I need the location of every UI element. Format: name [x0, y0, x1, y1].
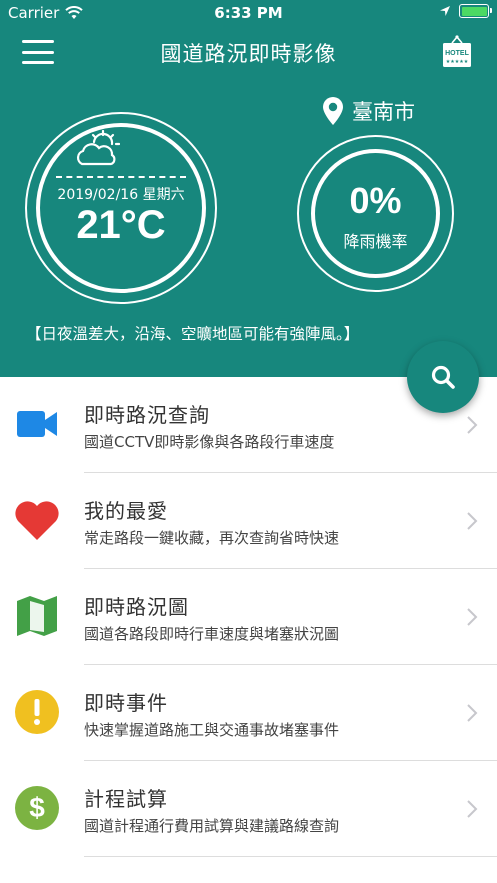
search-icon	[431, 365, 455, 389]
menu-item-subtitle: 國道計程通行費用試算與建議路線查詢	[84, 817, 340, 835]
page-title: 國道路況即時影像	[160, 42, 337, 66]
menu-item-subtitle: 國道CCTV即時影像與各路段行車速度	[84, 433, 335, 451]
location-arrow-icon	[440, 6, 450, 16]
menu-item-title: 即時路況圖	[84, 595, 189, 619]
rain-probability: 0%	[349, 180, 402, 221]
sun-cloud-icon	[76, 130, 120, 166]
menu-item-title: 即時路況查詢	[84, 403, 210, 427]
chevron-right-icon	[467, 608, 478, 626]
map-icon	[17, 596, 57, 636]
status-bar: Carrier 6:33 PM	[0, 0, 497, 26]
location-pin-icon	[323, 97, 343, 125]
menu-item-traffic-map[interactable]: 即時路況圖 國道各路段即時行車速度與堵塞狀況圖	[0, 569, 497, 665]
menu-item-subtitle: 常走路段一鍵收藏，再次查詢省時快速	[84, 529, 340, 547]
heart-icon	[15, 501, 59, 540]
alert-icon	[15, 690, 59, 734]
menu-item-incidents[interactable]: 即時事件 快速掌握道路施工與交通事故堵塞事件	[0, 665, 497, 761]
menu-item-favorites[interactable]: 我的最愛 常走路段一鍵收藏，再次查詢省時快速	[0, 473, 497, 569]
status-right	[439, 4, 492, 18]
chevron-right-icon	[467, 512, 478, 530]
search-button[interactable]	[407, 341, 479, 413]
hotel-sign-icon[interactable]: HOTEL ★★★★★	[442, 34, 472, 68]
nav-bar: 國道路況即時影像 HOTEL ★★★★★	[0, 30, 497, 74]
battery-icon	[459, 4, 492, 18]
city-selector[interactable]: 臺南市	[322, 96, 415, 126]
menu-item-title: 計程試算	[84, 787, 168, 811]
menu-item-title: 我的最愛	[84, 499, 168, 523]
chevron-right-icon	[467, 800, 478, 818]
hotel-sign-stars: ★★★★★	[446, 59, 469, 65]
weather-divider	[56, 176, 186, 178]
weather-date: 2019/02/16 星期六	[57, 187, 185, 203]
weather-notice: 【日夜溫差大，沿海、空曠地區可能有強陣風。】	[26, 325, 360, 343]
battery-level	[461, 6, 487, 16]
chevron-right-icon	[467, 704, 478, 722]
video-camera-icon	[17, 411, 57, 437]
chevron-right-icon	[467, 416, 478, 434]
weather-header: Carrier 6:33 PM 國道路況即時影像 HOTEL ★★★★★ 201…	[0, 0, 497, 377]
svg-text:$: $	[29, 792, 45, 823]
dollar-icon: $	[15, 786, 59, 830]
menu-item-subtitle: 國道各路段即時行車速度與堵塞狀況圖	[84, 625, 340, 643]
menu-item-toll-calculator[interactable]: $ 計程試算 國道計程通行費用試算與建議路線查詢	[0, 761, 497, 857]
hotel-sign-label: HOTEL	[445, 50, 469, 57]
feature-menu: 即時路況查詢 國道CCTV即時影像與各路段行車速度 我的最愛 常走路段一鍵收藏，…	[0, 377, 497, 857]
menu-item-title: 即時事件	[84, 691, 168, 715]
city-name: 臺南市	[352, 100, 415, 124]
menu-item-subtitle: 快速掌握道路施工與交通事故堵塞事件	[84, 721, 340, 739]
temperature: 21°C	[76, 203, 166, 247]
rain-probability-label: 降雨機率	[343, 232, 408, 251]
status-time: 6:33 PM	[214, 4, 283, 22]
